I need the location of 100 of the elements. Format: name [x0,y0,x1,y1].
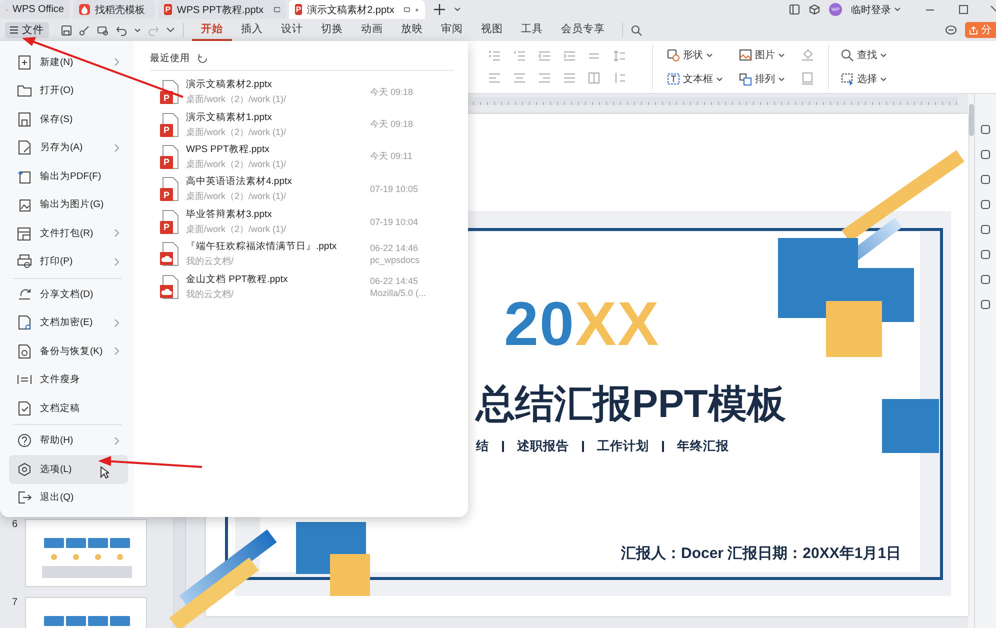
toolbar-button[interactable]: 查找 [841,48,887,62]
recent-file-item[interactable]: P 演示文稿素材2.pptx 桌面/work（2）/work (1)/ 今天 09:18 [150,76,454,108]
undo-icon[interactable] [116,24,127,36]
slide-subtitle: 结 [476,438,489,455]
menu-item[interactable]: 文件瘦身 [9,366,128,394]
ribbon-tab[interactable]: 设计 [272,19,312,41]
ribbon-tab[interactable]: 切换 [312,19,352,41]
close-icon[interactable] [990,5,996,14]
file-time: 07-19 10:05 [370,184,418,194]
slide-subtitle: 述职报告 [517,438,569,455]
toolbar-button[interactable]: 形状 [667,48,723,62]
caret-icon [880,52,887,58]
recent-file-item[interactable]: P 演示文稿素材1.pptx 桌面/work（2）/work (1)/ 今天 09:18 [150,108,454,141]
print-icon [17,254,32,270]
file-name: 毕业答辩素材3.pptx [186,208,273,221]
ribbon-tab[interactable]: 审阅 [432,19,472,41]
recent-file-item[interactable]: P WPS PPT教程.pptx 桌面/work（2）/work (1)/ 今天 09:11 [150,140,454,174]
menu-item[interactable]: 新建(N) [9,48,128,76]
slide-title: 总结汇报PPT模板 [476,384,786,427]
help-icon [17,433,32,448]
export-pdf-icon [17,168,32,184]
menu-item[interactable]: 文档定稿 [9,394,128,422]
file-time: 今天 09:18 [370,118,414,132]
presentation-file-icon: P [164,4,172,15]
menu-item[interactable]: 选项(L) [9,455,128,484]
comment-icon[interactable] [945,24,957,36]
presentation-file-icon: P [160,210,180,234]
export-image-icon [17,197,32,212]
ribbon-tab[interactable]: 放映 [392,19,432,41]
fill-color-icon[interactable] [801,48,814,61]
menu-item[interactable]: 输出为图片(G) [9,190,128,219]
maximize-icon[interactable] [959,5,968,14]
menu-item[interactable]: 备份与恢复(K) [9,337,128,366]
slide-number: 7 [12,597,17,610]
file-menu-button[interactable]: 文件 [5,22,49,38]
menu-item[interactable]: 文件打包(R) [9,219,128,248]
cloud-file-icon [160,274,180,299]
toolbar-button[interactable]: 图片 [739,48,785,62]
account-name[interactable]: 临时登录 [851,2,891,16]
recent-file-item[interactable]: 金山文档 PPT教程.pptx 我的云文档/ 06-22 14:45 Mozilla/5.0 (... [150,270,454,303]
toolbar-button[interactable]: 排列 [739,72,785,86]
scrollbar-thumb[interactable] [968,104,974,136]
section-title: 最近使用 [150,52,190,65]
toolbar-button[interactable]: 选择 [841,72,887,86]
caret-icon [894,7,901,12]
caret-icon [454,7,461,12]
file-source: pc_wpsdocs [370,255,420,266]
file-location: 桌面/work（2）/work (1)/ [186,93,288,106]
menu-item[interactable]: 分享文档(D) [9,280,128,308]
menu-item[interactable]: 退出(Q) [9,484,128,512]
select-icon [841,72,854,86]
file-source: Mozilla/5.0 (... [370,288,426,298]
presentation-file-icon: P [160,112,180,137]
file-time: 今天 09:18 [370,86,414,99]
menu-item[interactable]: 文档加密(E) [9,308,128,337]
recent-file-item[interactable]: 『端午狂欢粽福浓情满节日』.pptx 我的云文档/ 06-22 14:46 pc_wpsdocs [150,238,454,270]
ribbon-tab[interactable]: 会员专享 [552,19,614,41]
picture-icon [739,48,752,62]
square-shape [882,399,939,453]
caret-icon [134,28,141,32]
cube-icon[interactable] [809,4,820,15]
document-tab[interactable]: P WPS PPT教程.pptx [158,0,286,19]
menu-item[interactable]: 输出为PDF(F) [9,162,128,190]
print-preview-icon[interactable] [97,24,109,36]
menu-item[interactable]: 打开(O) [9,76,128,105]
add-tab-icon[interactable] [434,4,445,15]
file-name: WPS PPT教程.pptx [186,142,270,156]
recent-file-item[interactable]: P 毕业答辩素材3.pptx 桌面/work（2）/work (1)/ 07-19 10:04 [150,206,454,238]
more-icon[interactable] [166,27,175,33]
menu-item[interactable]: 另存为(A) [9,134,128,162]
slide-subtitle: 年终汇报 [677,438,729,455]
sidebar-toggle-icon[interactable] [789,4,800,15]
document-tab[interactable]: WPS Office [0,0,70,19]
slide-thumbnail[interactable] [25,519,147,587]
ribbon-tab[interactable]: 视图 [472,19,512,41]
document-tab[interactable]: 找稻壳模板 [73,0,155,19]
save-icon[interactable] [61,24,72,36]
document-tab[interactable]: P 演示文稿素材2.pptx [289,0,425,19]
backup-icon [17,344,32,359]
ribbon-tab[interactable]: 工具 [512,19,552,41]
presentation-file-icon: P [295,4,302,15]
menu-item[interactable]: 帮助(H) [9,426,128,455]
save-icon [17,112,32,127]
monitor-icon [404,6,410,14]
file-time: 06-22 14:46 [370,243,420,254]
ribbon-tab[interactable]: 动画 [352,19,392,41]
recent-file-item[interactable]: P 高中英语语法素材4.pptx 桌面/work（2）/work (1)/ 07-19 10:05 [150,173,454,206]
caret-icon [778,76,785,82]
file-location: 桌面/work（2）/work (1)/ [186,158,288,171]
file-location: 桌面/work（2）/work (1)/ [186,126,288,139]
menu-item[interactable]: 保存(S) [9,105,128,134]
toolbar-button[interactable]: 文本框 [667,72,723,86]
menu-item[interactable]: 打印(P) [9,248,128,276]
file-name: 演示文稿素材1.pptx [186,110,273,124]
brush-icon[interactable] [79,24,90,36]
refresh-icon[interactable] [197,53,208,64]
arrange-icon [739,72,752,86]
search-icon[interactable] [631,24,642,36]
search-icon [841,48,854,62]
ribbon-tab[interactable]: 插入 [232,19,272,41]
